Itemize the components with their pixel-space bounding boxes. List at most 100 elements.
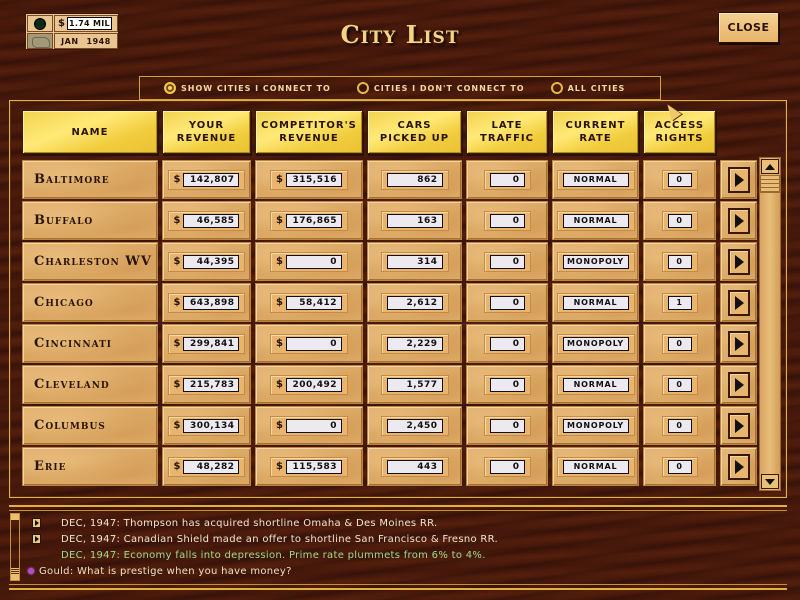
current-rate-value: NORMAL [562, 377, 629, 392]
column-header-access-rights[interactable]: ACCESS RIGHTS [643, 110, 716, 154]
cars-field: 2,229 [380, 333, 449, 354]
column-header-current-rate[interactable]: CURRENT RATE [552, 110, 639, 154]
filter-connected-radio[interactable]: SHOW CITIES I CONNECT TO [164, 82, 331, 94]
competitor-revenue-value: 0 [285, 336, 342, 351]
log-message: DEC, 1947: Thompson has acquired shortli… [28, 515, 498, 531]
late-field: 0 [483, 333, 531, 354]
filter-not-connected-radio[interactable]: CITIES I DON'T CONNECT TO [356, 82, 525, 94]
currency-symbol: $ [173, 297, 181, 308]
city-detail-button[interactable] [727, 166, 750, 193]
late-traffic-value: 0 [489, 336, 525, 351]
competitor-revenue-field: $0 [270, 415, 348, 436]
city-detail-button[interactable] [727, 330, 750, 357]
filter-all-cities-radio[interactable]: ALL CITIES [550, 82, 626, 94]
cars-picked-up-value: 2,450 [386, 418, 443, 433]
column-header-cars-picked-up[interactable]: CARS PICKED UP [367, 110, 462, 154]
competitor-revenue-value: 176,865 [285, 213, 342, 228]
city-name[interactable]: Cincinnati [22, 324, 158, 363]
city-detail-button[interactable] [727, 248, 750, 275]
scroll-up-button[interactable] [761, 159, 779, 174]
column-header-name[interactable]: NAME [22, 110, 158, 154]
city-detail-button[interactable] [727, 371, 750, 398]
competitor-revenue-cell: $315,516 [255, 160, 363, 199]
city-name[interactable]: Baltimore [22, 160, 158, 199]
access-rights-cell: 0 [643, 406, 716, 445]
competitor-revenue-cell: $0 [255, 324, 363, 363]
access-rights-cell: 0 [643, 201, 716, 240]
table-row: Chicago $643,898 $58,412 2,612 0 NORMAL … [22, 283, 757, 324]
currency-symbol: $ [173, 461, 181, 472]
city-name[interactable]: Chicago [22, 283, 158, 322]
city-detail-button[interactable] [727, 207, 750, 234]
city-detail-button[interactable] [727, 412, 750, 439]
access-rights-value: 0 [667, 254, 692, 269]
column-header-late-traffic[interactable]: LATE TRAFFIC [466, 110, 548, 154]
rate-field: MONOPOLY [556, 333, 635, 354]
access-field: 0 [661, 169, 698, 190]
log-message: DEC, 1947: Canadian Shield made an offer… [28, 531, 498, 547]
competitor-revenue-field: $176,865 [270, 210, 348, 231]
access-rights-value: 0 [667, 418, 692, 433]
late-traffic-value: 0 [489, 418, 525, 433]
cars-picked-up-cell: 314 [367, 242, 462, 281]
your-revenue-field: $299,841 [167, 333, 246, 354]
radio-icon [356, 82, 369, 94]
message-log: DEC, 1947: Thompson has acquired shortli… [28, 515, 498, 579]
city-name[interactable]: Columbus [22, 406, 158, 445]
competitor-revenue-cell: $58,412 [255, 283, 363, 322]
late-traffic-cell: 0 [466, 201, 548, 240]
your-revenue-field: $643,898 [167, 292, 246, 313]
radio-icon [550, 82, 563, 94]
column-header-your-revenue[interactable]: YOUR REVENUE [162, 110, 251, 154]
late-traffic-cell: 0 [466, 365, 548, 404]
message-text: DEC, 1947: Thompson has acquired shortli… [61, 517, 438, 529]
currency-symbol: $ [173, 338, 181, 349]
city-detail-button[interactable] [727, 289, 750, 316]
late-field: 0 [483, 251, 531, 272]
your-revenue-cell: $46,585 [162, 201, 251, 240]
current-rate-cell: MONOPOLY [552, 242, 639, 281]
cars-field: 443 [380, 456, 449, 477]
city-detail-button[interactable] [727, 453, 750, 480]
cars-picked-up-cell: 163 [367, 201, 462, 240]
late-traffic-value: 0 [489, 377, 525, 392]
your-revenue-cell: $300,134 [162, 406, 251, 445]
competitor-revenue-cell: $0 [255, 406, 363, 445]
city-table-body: Baltimore $142,807 $315,516 862 0 NORMAL… [22, 160, 757, 488]
your-revenue-field: $44,395 [167, 251, 246, 272]
currency-symbol: $ [276, 215, 283, 226]
competitor-revenue-field: $315,516 [270, 169, 348, 190]
competitor-revenue-value: 115,583 [285, 459, 342, 474]
city-name[interactable]: Erie [22, 447, 158, 486]
log-scroll-up[interactable] [11, 514, 19, 520]
city-name[interactable]: Buffalo [22, 201, 158, 240]
cars-picked-up-value: 314 [386, 254, 443, 269]
column-header-competitor-revenue[interactable]: COMPETITOR'S REVENUE [255, 110, 363, 154]
competitor-revenue-field: $0 [270, 251, 348, 272]
access-rights-cell: 0 [643, 242, 716, 281]
play-arrow-icon [735, 377, 744, 392]
your-revenue-field: $48,282 [167, 456, 246, 477]
city-name[interactable]: Charleston WV [22, 242, 158, 281]
scroll-thumb[interactable] [760, 175, 780, 193]
message-goto-icon[interactable] [31, 534, 41, 544]
table-scrollbar[interactable] [759, 157, 781, 491]
current-rate-value: NORMAL [562, 459, 629, 474]
page-title: City List [340, 20, 460, 49]
close-button[interactable]: CLOSE [718, 12, 779, 43]
play-arrow-icon [735, 172, 744, 187]
access-rights-value: 0 [667, 459, 692, 474]
competitor-revenue-cell: $0 [255, 242, 363, 281]
late-field: 0 [483, 169, 531, 190]
scroll-down-button[interactable] [761, 474, 779, 489]
your-revenue-value: 300,134 [183, 418, 240, 433]
city-name[interactable]: Cleveland [22, 365, 158, 404]
message-goto-icon[interactable] [31, 518, 41, 528]
cars-field: 862 [380, 169, 449, 190]
currency-symbol: $ [276, 297, 283, 308]
cars-picked-up-cell: 2,450 [367, 406, 462, 445]
competitor-revenue-field: $115,583 [270, 456, 348, 477]
access-field: 0 [661, 374, 698, 395]
late-field: 0 [483, 415, 531, 436]
rate-field: NORMAL [556, 374, 635, 395]
